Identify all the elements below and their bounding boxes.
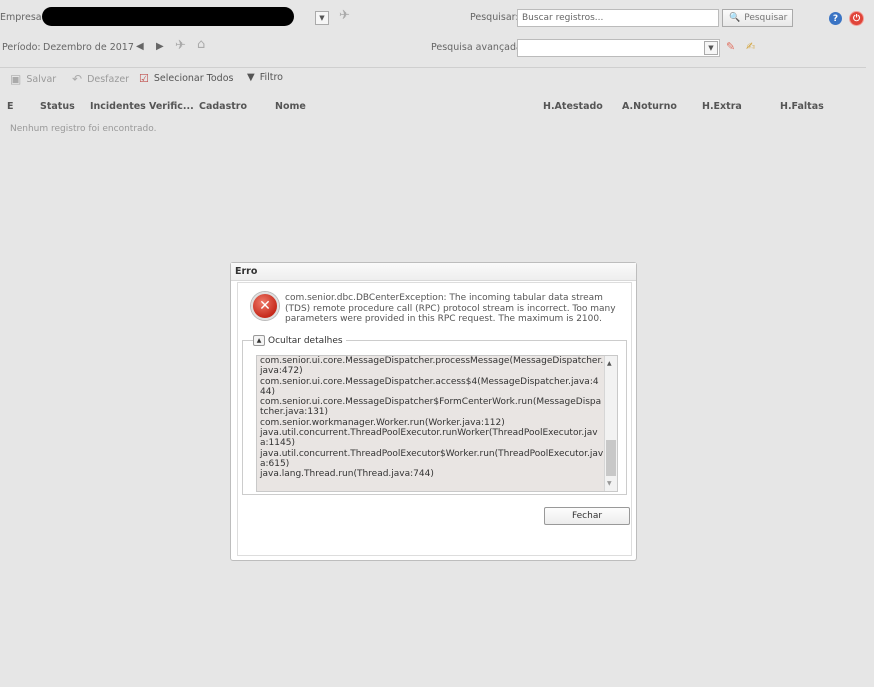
column-header-a-noturno[interactable]: A.Noturno [622,101,677,112]
search-label: Pesquisar: [470,12,519,23]
collapse-arrow-icon: ▲ [253,335,265,346]
error-message: com.senior.dbc.DBCenterException: The in… [285,293,616,324]
stack-trace-text: com.senior.ui.core.MessageDispatcher.pro… [260,356,604,480]
pin-icon[interactable]: ✈ [339,8,350,23]
error-dialog: Erro ✕ com.senior.dbc.DBCenterException:… [230,262,637,561]
search-button-label: Pesquisar [744,13,788,23]
empty-table-message: Nenhum registro foi encontrado. [10,124,157,134]
filter-label: Filtro [259,72,283,83]
advanced-search-chevron-icon[interactable]: ▼ [704,41,718,55]
filter-button[interactable]: ▼ Filtro [247,72,283,83]
undo-label: Desfazer [87,73,130,85]
column-header-nome[interactable]: Nome [275,101,306,112]
stack-trace-line: java.util.concurrent.ThreadPoolExecutor$… [260,448,604,469]
home-icon[interactable]: ⌂ [197,37,205,52]
stack-trace-scrollbar[interactable]: ▲ ▼ [604,356,617,491]
help-icon[interactable]: ? [829,12,842,25]
edit-note-icon[interactable]: ✍ [746,40,755,53]
select-all-label: Selecionar Todos [153,73,234,84]
period-value: Dezembro de 2017 [43,42,134,53]
select-all-button[interactable]: ☑ Selecionar Todos [139,72,233,85]
company-dropdown-chevron-icon[interactable]: ▼ [315,11,329,25]
stack-trace-line: java.lang.Thread.run(Thread.java:744) [260,469,434,480]
period-pin-icon[interactable]: ✈ [175,38,186,53]
undo-button[interactable]: ↶ Desfazer [72,72,129,86]
stack-trace-line: com.senior.ui.core.MessageDispatcher$For… [260,397,602,418]
advanced-search-label: Pesquisa avançada: [431,42,526,53]
stack-trace-line: com.senior.ui.core.MessageDispatcher.pro… [260,356,604,377]
column-header-verificado[interactable]: Verific... [149,101,194,112]
header-divider [0,67,866,68]
save-button[interactable]: ▣ Salvar [10,72,56,86]
undo-icon: ↶ [72,72,83,86]
period-label: Período: [2,42,41,53]
company-select-redacted[interactable] [42,7,294,26]
search-input[interactable]: Buscar registros... [517,9,719,27]
scroll-up-icon[interactable]: ▲ [607,360,612,367]
save-label: Salvar [26,73,57,85]
column-header-status[interactable]: Status [40,101,75,112]
floppy-disk-icon: ▣ [10,72,22,86]
details-toggle-label: Ocultar detalhes [268,335,343,346]
dialog-title: Erro [231,263,636,281]
column-header-h-extra[interactable]: H.Extra [702,101,742,112]
scrollbar-thumb[interactable] [606,440,616,476]
stack-trace-area[interactable]: com.senior.ui.core.MessageDispatcher.pro… [256,355,618,492]
company-label: Empresa: [0,12,45,23]
stack-trace-line: com.senior.ui.core.MessageDispatcher.acc… [260,376,599,397]
close-button[interactable]: Fechar [544,507,630,525]
error-x-icon: ✕ [251,292,279,320]
search-button[interactable]: 🔍 Pesquisar [722,9,793,27]
power-icon[interactable]: ⏻ [849,11,864,26]
column-header-e[interactable]: E [7,101,14,112]
column-header-cadastro[interactable]: Cadastro [199,101,247,112]
scroll-down-icon[interactable]: ▼ [607,480,612,487]
stack-trace-line: com.senior.workmanager.Worker.run(Worker… [260,417,505,428]
select-all-icon: ☑ [139,72,149,85]
column-header-incidentes[interactable]: Incidentes [90,101,146,112]
stack-trace-line: java.util.concurrent.ThreadPoolExecutor.… [260,428,598,449]
magnifier-icon: 🔍 [729,13,741,23]
eraser-icon[interactable]: ✎ [726,40,735,53]
advanced-search-select[interactable] [517,39,720,57]
details-toggle[interactable]: ▲ Ocultar detalhes [253,335,346,346]
funnel-icon: ▼ [247,72,255,83]
next-period-icon[interactable]: ▶ [156,41,164,52]
dialog-body: ✕ com.senior.dbc.DBCenterException: The … [237,282,632,556]
column-header-h-faltas[interactable]: H.Faltas [780,101,824,112]
previous-period-icon[interactable]: ◀ [136,41,144,52]
column-header-h-atestado[interactable]: H.Atestado [543,101,603,112]
